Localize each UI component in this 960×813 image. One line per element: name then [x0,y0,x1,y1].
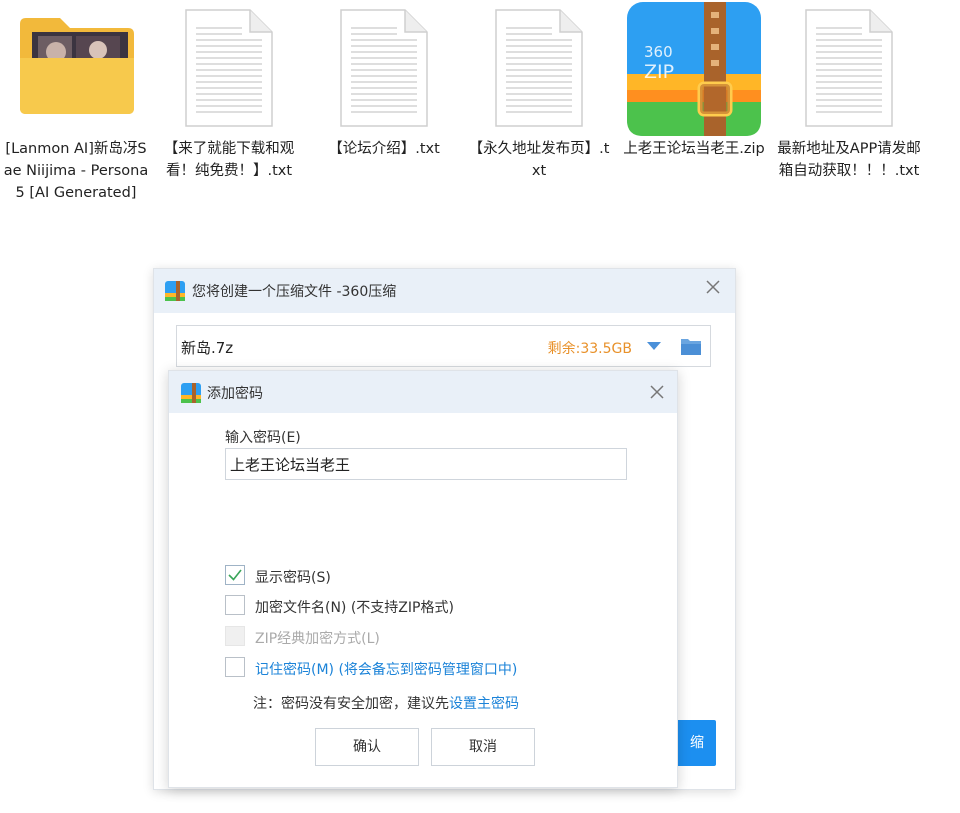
dialog-title: 添加密码 [207,386,263,402]
file-label: [Lanmon AI]新岛冴Sae Niijima - Persona 5 [A… [3,141,149,201]
option-label: ZIP经典加密方式(L) [255,631,380,647]
archive-app-icon [181,383,201,403]
encrypt-filenames-checkbox[interactable] [225,595,245,615]
add-password-dialog: 添加密码 输入密码(E) 显示密码(S) 加密文件名(N) (不支持ZIP格式)… [168,370,678,788]
ok-button[interactable]: 确认 [315,728,419,766]
zip-archive-icon: 360 ZIP [627,2,761,136]
option-label: 记住密码(M) (将会备忘到密码管理窗口中) [255,662,518,678]
dialog-title: 您将创建一个压缩文件 -360压缩 [192,284,397,300]
close-icon[interactable] [703,277,723,297]
title-bar[interactable]: 您将创建一个压缩文件 -360压缩 [154,269,735,313]
svg-text:ZIP: ZIP [644,61,674,83]
text-file-icon [495,9,583,127]
folder-icon [20,18,134,114]
file-label: 最新地址及APP请发邮箱自动获取！！！.txt [777,141,921,179]
password-input[interactable] [225,448,627,480]
svg-text:360: 360 [644,43,673,61]
set-master-password-link[interactable]: 设置主密码 [449,696,519,712]
zip-classic-encryption-checkbox [225,626,245,646]
option-label: 显示密码(S) [255,570,331,586]
text-file-icon [185,9,273,127]
checkmark-icon [228,569,242,581]
text-file-icon [805,9,893,127]
security-note: 注：密码没有安全加密，建议先设置主密码 [253,693,519,713]
title-bar[interactable]: 添加密码 [169,371,677,413]
note-text: 注：密码没有安全加密，建议先 [253,696,449,712]
file-label: 【永久地址发布页】.txt [468,141,610,179]
free-space-label: 剩余:33.5GB [547,341,632,357]
option-label: 加密文件名(N) (不支持ZIP格式) [255,600,454,616]
close-icon[interactable] [647,382,667,402]
folder-icon[interactable] [680,336,702,356]
archive-app-icon [165,281,185,301]
show-password-checkbox[interactable] [225,565,245,585]
remember-password-checkbox[interactable] [225,657,245,677]
file-label: 【论坛介绍】.txt [328,141,440,157]
file-label: 上老王论坛当老王.zip [623,141,765,157]
file-label: 【来了就能下载和观看！纯免费！】.txt [163,141,295,179]
password-label: 输入密码(E) [225,430,301,446]
archive-filename[interactable]: 新岛.7z [181,337,233,358]
cancel-button[interactable]: 取消 [431,728,535,766]
text-file-icon [340,9,428,127]
chevron-down-icon[interactable] [646,341,662,351]
archive-filename-field[interactable]: 新岛.7z 剩余:33.5GB [176,325,711,367]
